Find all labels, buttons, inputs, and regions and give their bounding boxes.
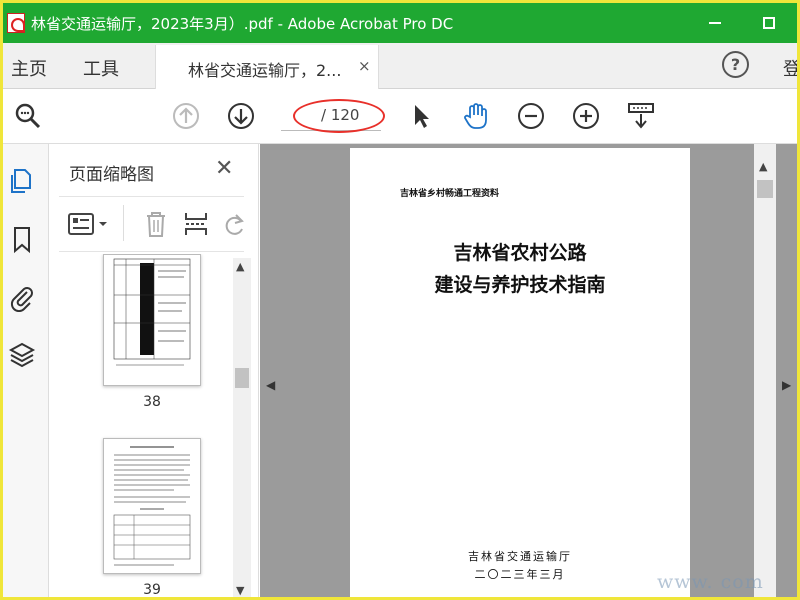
attachment-icon[interactable] bbox=[7, 282, 37, 312]
document-title-line2: 建设与养护技术指南 bbox=[434, 274, 606, 296]
collapse-left-icon[interactable]: ◀ bbox=[266, 378, 275, 392]
toolbar-separator bbox=[123, 205, 124, 241]
hand-tool-icon[interactable] bbox=[461, 101, 491, 131]
toolbar: / 120 bbox=[3, 89, 797, 144]
help-icon[interactable]: ? bbox=[722, 51, 749, 78]
document-view: ◀ 吉林省乡村畅通工程资料 吉林省农村公路 建设与养护技术指南 吉林省交通运输厅… bbox=[260, 144, 797, 597]
panel-title: 页面缩略图 bbox=[69, 165, 154, 185]
tab-tools[interactable]: 工具 bbox=[83, 55, 119, 81]
thumbnail-options-icon[interactable] bbox=[67, 209, 113, 239]
title-bar: 林省交通运输厅，2023年3月）.pdf - Adobe Acrobat Pro… bbox=[3, 3, 797, 43]
thumbnail-label-39: 39 bbox=[143, 582, 161, 598]
thumbnails-panel: 页面缩略图 ✕ 38 39 ▲ ▼ bbox=[49, 144, 259, 598]
navigation-rail bbox=[3, 144, 49, 597]
thumbnail-scrollbar[interactable]: ▲ ▼ bbox=[233, 258, 251, 597]
tab-bar: 主页 工具 林省交通运输厅，2... × ? 登 bbox=[3, 43, 797, 89]
select-arrow-icon[interactable] bbox=[406, 101, 436, 131]
expand-right-icon[interactable]: ▶ bbox=[782, 378, 791, 392]
document-title-line1: 吉林省农村公路 bbox=[453, 242, 587, 264]
tab-home[interactable]: 主页 bbox=[11, 55, 47, 81]
bookmark-icon[interactable] bbox=[7, 224, 37, 254]
zoom-in-icon[interactable] bbox=[571, 101, 601, 131]
rotate-page-icon[interactable] bbox=[219, 209, 249, 239]
maximize-button[interactable] bbox=[747, 3, 791, 43]
sign-in-link[interactable]: 登 bbox=[783, 55, 797, 81]
minimize-button[interactable] bbox=[693, 3, 737, 43]
extract-page-icon[interactable] bbox=[181, 209, 211, 239]
app-window: 林省交通运输厅，2023年3月）.pdf - Adobe Acrobat Pro… bbox=[0, 0, 800, 600]
thumbnail-page-38[interactable] bbox=[103, 254, 201, 386]
zoom-out-icon[interactable] bbox=[516, 101, 546, 131]
page-up-icon[interactable] bbox=[171, 101, 201, 131]
search-zoom-icon[interactable] bbox=[13, 101, 43, 131]
panel-toolbar bbox=[59, 196, 244, 252]
layers-icon[interactable] bbox=[7, 340, 37, 370]
close-panel-icon[interactable]: ✕ bbox=[215, 156, 233, 181]
document-tab-label: 林省交通运输厅，2... bbox=[188, 61, 342, 80]
page-thumbnails-icon[interactable] bbox=[7, 166, 37, 196]
close-tab-icon[interactable]: × bbox=[358, 57, 371, 75]
page-preview-text bbox=[113, 446, 191, 566]
pdf-page: 吉林省乡村畅通工程资料 吉林省农村公路 建设与养护技术指南 吉林省交通运输厅 二… bbox=[350, 148, 690, 597]
tab-document[interactable]: 林省交通运输厅，2... × bbox=[155, 45, 379, 89]
page-down-icon[interactable] bbox=[226, 101, 256, 131]
document-organization: 吉林省交通运输厅 bbox=[468, 550, 572, 563]
minimize-icon bbox=[709, 22, 721, 24]
doc-scroll-up-icon[interactable]: ▲ bbox=[759, 160, 767, 173]
thumbnail-page-39[interactable] bbox=[103, 438, 201, 574]
page-preview-table bbox=[113, 258, 191, 366]
page-header: 吉林省乡村畅通工程资料 bbox=[400, 189, 500, 199]
document-date: 二〇二三年三月 bbox=[474, 568, 566, 581]
page-number-field[interactable]: / 120 bbox=[281, 99, 385, 133]
reading-mode-icon[interactable] bbox=[626, 101, 656, 131]
thumbnail-label-38: 38 bbox=[143, 394, 161, 410]
watermark-text: www. com bbox=[657, 571, 764, 593]
window-title: 林省交通运输厅，2023年3月）.pdf - Adobe Acrobat Pro… bbox=[31, 15, 454, 33]
document-scrollbar[interactable]: ▲ bbox=[754, 144, 776, 597]
scroll-down-icon[interactable]: ▼ bbox=[236, 584, 244, 597]
thumbnail-list: 38 39 bbox=[55, 254, 255, 598]
doc-scrollbar-thumb[interactable] bbox=[757, 180, 773, 198]
scrollbar-thumb[interactable] bbox=[235, 368, 249, 388]
delete-page-icon[interactable] bbox=[141, 209, 171, 239]
acrobat-app-icon bbox=[7, 13, 25, 33]
highlight-ellipse bbox=[293, 99, 385, 133]
scroll-up-icon[interactable]: ▲ bbox=[236, 260, 244, 273]
maximize-icon bbox=[763, 17, 775, 29]
